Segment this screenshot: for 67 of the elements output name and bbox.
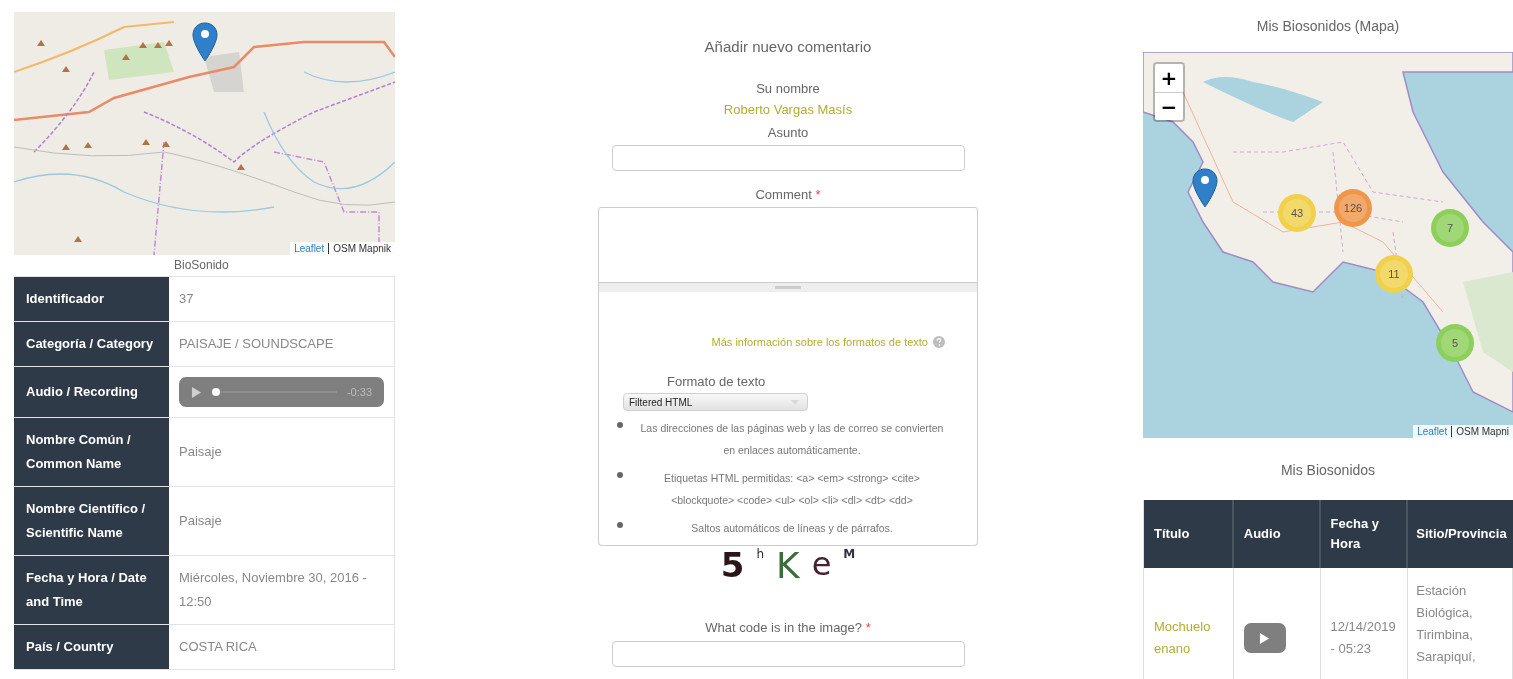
detail-value: COSTA RICA <box>169 625 395 669</box>
text-format-label: Formato de texto <box>667 374 767 389</box>
form-title: Añadir nuevo comentario <box>704 38 872 55</box>
map-attribution-text: OSM Mapnik <box>333 243 391 254</box>
column-header: Fecha y Hora <box>1320 500 1409 568</box>
audio-time: -0:33 <box>346 385 372 400</box>
name-label: Su nombre <box>756 81 820 96</box>
play-button[interactable] <box>1243 623 1286 653</box>
detail-value: 37 <box>169 277 395 321</box>
detail-label: Categoría / Category <box>14 322 169 366</box>
map-view[interactable]: + − 43 126 7 11 5 Leaflet OSM Mapni <box>1143 52 1513 438</box>
bullet-icon <box>617 472 623 478</box>
comment-field[interactable] <box>598 207 978 283</box>
column-header: Título <box>1144 500 1234 568</box>
map-pin-icon[interactable] <box>1192 168 1218 208</box>
user-name-link[interactable]: Roberto Vargas Masís <box>723 102 853 117</box>
map-attribution-text: OSM Mapni <box>1456 426 1509 437</box>
captcha-label: What code is in the image? * <box>705 620 871 635</box>
format-tip: Etiquetas HTML permitidas: <a> <em> <strong> <cite> <blockquote> <code> <ul> <ol> <li> <dl> <dt> <dd> <box>663 471 921 508</box>
required-mark: * <box>865 620 871 635</box>
captcha-character: K <box>776 548 800 584</box>
detail-value: Paisaje <box>169 418 395 486</box>
table-cell-text: 12/14/2019 - 05:23 <box>1330 618 1397 658</box>
caret-icon <box>791 399 799 405</box>
column-header: Sitio/Provincia <box>1415 525 1508 543</box>
captcha-field[interactable] <box>611 641 965 667</box>
captcha-character: e <box>811 548 832 580</box>
table-caption: BioSonido <box>173 257 230 274</box>
resize-handle[interactable] <box>598 283 978 292</box>
detail-label: Nombre Científico / Scientific Name <box>14 487 169 555</box>
column-header: Audio <box>1233 500 1321 568</box>
help-icon[interactable] <box>933 336 945 348</box>
captcha-character: 5 <box>720 548 745 582</box>
detail-value: Paisaje <box>169 487 395 555</box>
captcha-character: h <box>756 548 764 560</box>
format-tip: Las direcciones de las páginas web y las de correo se convierten en enlaces automáticamente. <box>639 421 945 458</box>
detail-label: País / Country <box>14 625 169 669</box>
subject-label: Asunto <box>767 125 809 140</box>
map-title: Mis Biosonidos (Mapa) <box>1255 18 1401 36</box>
leaflet-link[interactable]: Leaflet <box>1417 426 1453 437</box>
detail-value: PAISAJE / SOUNDSCAPE <box>169 322 395 366</box>
detail-label: Audio / Recording <box>14 367 169 417</box>
format-help-link[interactable]: Más información sobre los formatos de texto <box>711 336 928 348</box>
detail-label: Fecha y Hora / Date and Time <box>14 556 169 624</box>
required-mark: * <box>815 187 821 202</box>
bullet-icon <box>617 522 623 528</box>
map-view[interactable]: Leaflet OSM Mapnik <box>14 12 395 255</box>
map-pin-icon[interactable] <box>192 22 218 62</box>
format-tip: Saltos automáticos de líneas y de párrafos. <box>690 521 894 536</box>
captcha-character: M <box>843 548 856 560</box>
comment-label: Comment * <box>755 187 821 202</box>
subject-field[interactable] <box>611 145 965 171</box>
detail-label: Identificador <box>14 277 169 321</box>
detail-label: Nombre Común / Common Name <box>14 418 169 486</box>
title-link[interactable]: Mochuelo enano <box>1154 616 1223 660</box>
bullet-icon <box>617 422 623 428</box>
leaflet-link[interactable]: Leaflet <box>294 243 330 254</box>
play-icon <box>1259 631 1271 645</box>
text-format-select[interactable]: Filtered HTML <box>623 393 808 411</box>
table-title: Mis Biosonidos <box>1279 462 1377 480</box>
detail-value: Miércoles, Noviembre 30, 2016 - 12:50 <box>169 556 395 624</box>
table-cell-text: Estación Biológica, Tirimbina, Sarapiquí, <box>1416 582 1477 666</box>
zoom-out-button[interactable]: − <box>1155 92 1183 120</box>
audio-progress-track[interactable] <box>212 388 337 396</box>
audio-progress-thumb[interactable] <box>211 388 220 396</box>
zoom-in-button[interactable]: + <box>1155 64 1183 92</box>
play-icon[interactable] <box>191 385 202 399</box>
